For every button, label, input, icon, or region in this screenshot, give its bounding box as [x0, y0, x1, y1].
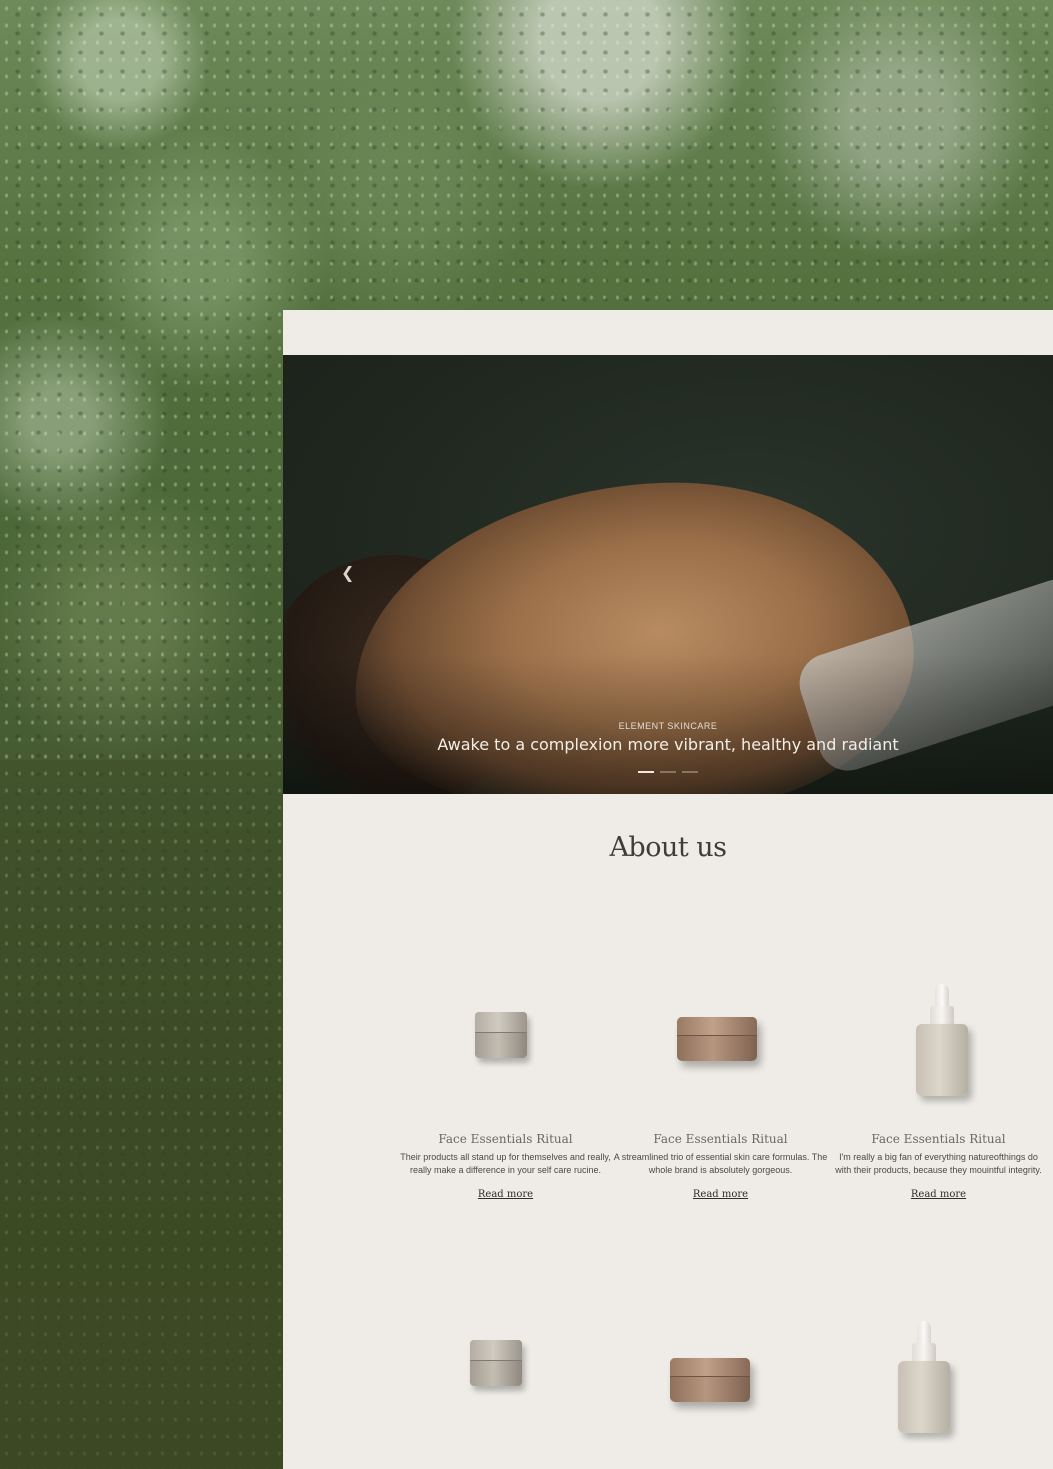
large-jar-image	[670, 1358, 750, 1402]
dropper-bulb	[917, 1321, 931, 1345]
dropper-neck	[912, 1343, 936, 1363]
product-image-small-jar[interactable]	[398, 962, 613, 1132]
product-card	[393, 1290, 608, 1460]
slider-dot[interactable]	[660, 771, 676, 773]
slider-dot[interactable]	[638, 771, 654, 773]
slider-dot[interactable]	[682, 771, 698, 773]
product-description: I'm really a big fan of everything natur…	[835, 1152, 1042, 1175]
top-strip	[283, 310, 1053, 355]
hero-eyebrow: ELEMENT SKINCARE	[618, 721, 718, 731]
large-jar-image	[677, 1017, 757, 1061]
dropper-neck	[930, 1006, 954, 1026]
product-image-small-jar[interactable]	[393, 1290, 608, 1460]
background-shade	[0, 760, 283, 1469]
read-more-link[interactable]: Read more	[478, 1189, 533, 1200]
hero-title: Awake to a complexion more vibrant, heal…	[437, 735, 899, 754]
read-more-link[interactable]: Read more	[911, 1189, 966, 1200]
dropper-bulb	[935, 984, 949, 1008]
product-card	[813, 1299, 1028, 1469]
product-image-large-jar[interactable]	[606, 1303, 821, 1469]
dropper-bottle-image	[916, 1024, 968, 1096]
small-jar-image	[475, 1012, 527, 1058]
small-jar-image	[470, 1340, 522, 1386]
product-name: Face Essentials Ritual	[438, 1132, 573, 1146]
product-name: Face Essentials Ritual	[653, 1132, 788, 1146]
chevron-left-icon[interactable]: ❮	[341, 563, 354, 582]
product-description: Their products all stand up for themselv…	[400, 1152, 611, 1175]
product-description: A streamlined trio of essential skin car…	[613, 1152, 828, 1175]
product-image-dropper-bottle[interactable]	[831, 962, 1046, 1132]
product-card: Face Essentials Ritual I'm really a big …	[831, 962, 1046, 1202]
product-card: Face Essentials Ritual A streamlined tri…	[613, 962, 828, 1202]
slider-pagination	[283, 771, 1053, 773]
hero-slider: ❮ ELEMENT SKINCARE Awake to a complexion…	[283, 355, 1053, 794]
read-more-link[interactable]: Read more	[693, 1189, 748, 1200]
dropper-bottle-image	[898, 1361, 950, 1433]
content-panel: ❮ ELEMENT SKINCARE Awake to a complexion…	[283, 310, 1053, 1469]
product-card: Face Essentials Ritual Their products al…	[398, 962, 613, 1202]
product-name: Face Essentials Ritual	[871, 1132, 1006, 1146]
product-image-dropper-bottle[interactable]	[813, 1299, 1028, 1469]
product-card	[606, 1303, 821, 1469]
product-image-large-jar[interactable]	[613, 962, 828, 1132]
about-title: About us	[609, 832, 727, 863]
